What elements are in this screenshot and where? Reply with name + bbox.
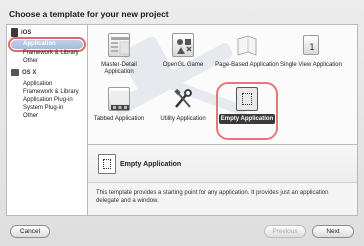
template-grid: Master-Detail Application OpenGL Game Pa… [88, 24, 358, 144]
sidebar-section-osx[interactable]: OS X [11, 67, 36, 78]
sidebar-item-ios-application[interactable]: Application [8, 37, 86, 52]
sidebar-item-osx-other[interactable]: Other [7, 112, 87, 121]
previous-button[interactable]: Previous [264, 225, 306, 238]
template-label: Empty Application [220, 116, 274, 122]
template-label: OpenGL Game [162, 62, 204, 68]
sidebar-item-ios-other[interactable]: Other [7, 57, 87, 66]
empty-application-icon [236, 87, 258, 111]
template-tabbed[interactable]: Tabbed Application [86, 83, 152, 139]
template-label: Single View Application [280, 62, 342, 68]
template-chooser-sheet: Choose a template for your new project i… [0, 0, 364, 246]
single-view-icon: 1 [303, 35, 319, 55]
description-body: This template provides a starting point … [96, 190, 329, 204]
template-label: Tabbed Application [93, 116, 145, 122]
template-opengl-game[interactable]: OpenGL Game [150, 29, 216, 85]
mac-icon [11, 69, 19, 76]
template-label: Page-Based Application [215, 62, 279, 68]
cancel-button[interactable]: Cancel [10, 225, 50, 238]
empty-application-icon [98, 154, 116, 174]
description-header: Empty Application [88, 145, 357, 183]
template-single-view[interactable]: 1 Single View Application [278, 29, 344, 85]
tabbed-icon [108, 87, 130, 111]
template-utility[interactable]: Utility Application [150, 83, 216, 139]
utility-icon [172, 87, 194, 111]
page-title: Choose a template for your new project [9, 9, 169, 19]
template-empty-application[interactable]: Empty Application [214, 82, 280, 140]
page-based-icon [236, 33, 258, 57]
template-master-detail[interactable]: Master-Detail Application [86, 29, 152, 85]
sidebar-section-ios[interactable]: iOS [11, 27, 31, 38]
description-title: Empty Application [120, 161, 182, 168]
svg-text:1: 1 [309, 43, 315, 53]
master-detail-icon [108, 33, 130, 57]
template-label: Utility Application [160, 116, 206, 122]
sidebar-section-label: iOS [21, 29, 32, 36]
iphone-icon [11, 28, 18, 37]
platform-sidebar: iOS Application Framework & Library Othe… [6, 24, 88, 216]
template-page-based[interactable]: Page-Based Application [214, 29, 280, 85]
template-label: Master-Detail Application [101, 62, 137, 75]
sidebar-section-label: OS X [22, 69, 37, 76]
opengl-game-icon [172, 33, 194, 57]
next-button[interactable]: Next [312, 225, 354, 238]
template-description-panel: Empty Application This template provides… [88, 144, 358, 216]
